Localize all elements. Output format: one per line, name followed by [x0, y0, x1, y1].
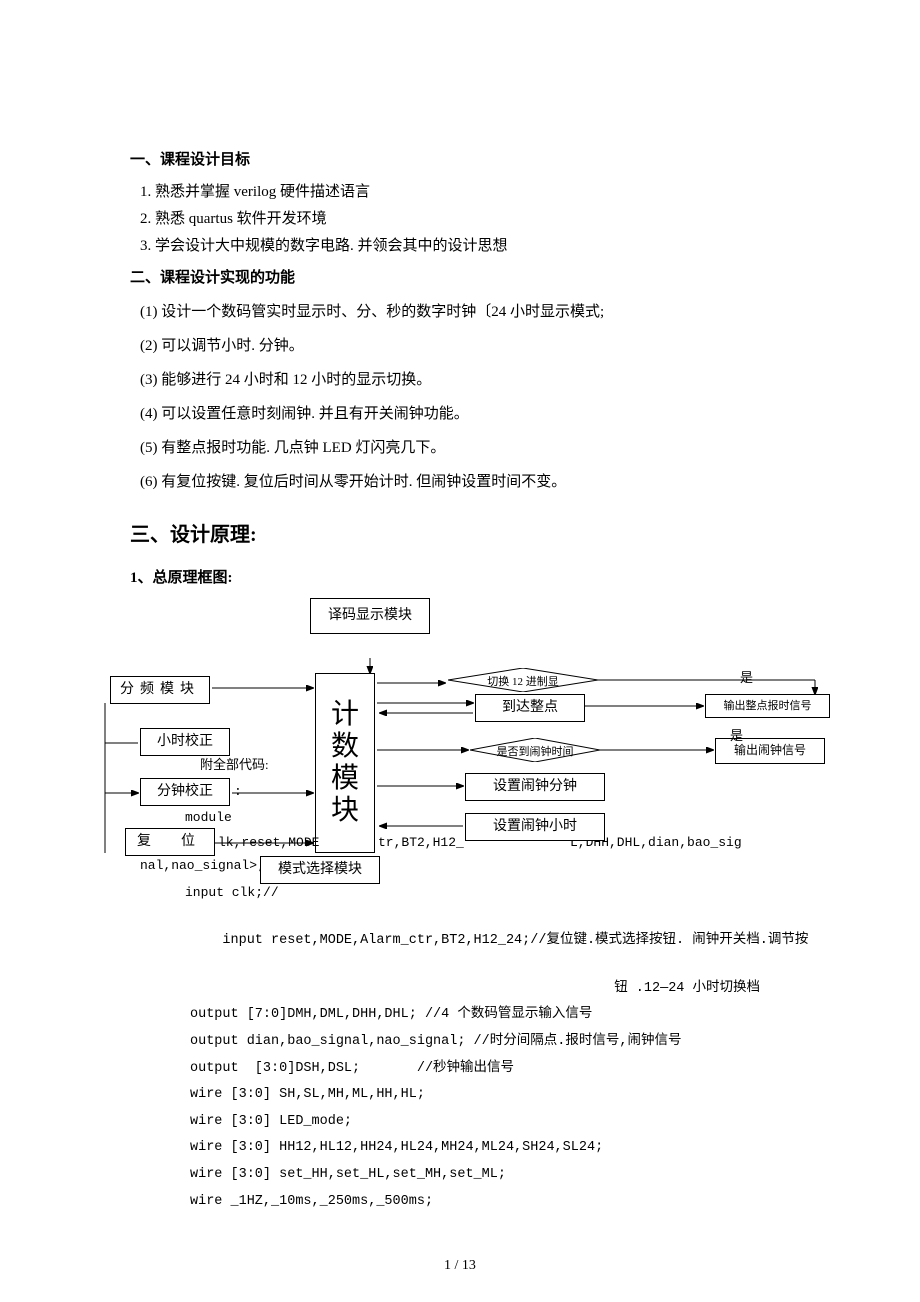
heading-1: 一、课程设计目标	[130, 148, 790, 172]
code-line-6: wire [3:0] LED_mode;	[190, 1111, 790, 1133]
hidden-code-5: tr,BT2,H12_	[378, 833, 464, 854]
diamond-switch-12-text: 切换 12 进制显	[487, 676, 559, 688]
label-yes-1: 是	[740, 668, 753, 689]
hidden-code-7: nal,nao_signal>;	[140, 856, 265, 877]
code-line-7: wire [3:0] HH12,HL12,HH24,HL24,MH24,ML24…	[190, 1137, 790, 1159]
page: 一、课程设计目标 1. 熟悉并掌握 verilog 硬件描述语言 2. 熟悉 q…	[0, 0, 920, 1302]
box-decode-display: 译码显示模块	[310, 598, 430, 634]
code-line-5: wire [3:0] SH,SL,MH,ML,HH,HL;	[190, 1084, 790, 1106]
box-hour-adjust: 小时校正	[140, 728, 230, 756]
box-output-hour-signal: 输出整点报时信号	[705, 694, 830, 718]
goal-3: 3. 学会设计大中规模的数字电路. 并领会其中的设计思想	[140, 234, 790, 258]
label-yes-2: 是	[730, 726, 743, 747]
code-line-8: wire [3:0] set_HH,set_HL,set_MH,set_ML;	[190, 1164, 790, 1186]
goal-1-text: 熟悉并掌握 verilog 硬件描述语言	[155, 184, 370, 200]
box-freq-divider: 分频模块	[110, 676, 210, 704]
goal-2-num: 2.	[140, 207, 151, 231]
code-line-4: output [3:0]DSH,DSL; //秒钟输出信号	[190, 1058, 790, 1080]
func-3: (3) 能够进行 24 小时和 12 小时的显示切换。	[140, 368, 790, 392]
goal-2: 2. 熟悉 quartus 软件开发环境	[140, 207, 790, 231]
hidden-code-label: 附全部代码:	[200, 755, 269, 776]
heading-3: 三、设计原理:	[130, 519, 790, 551]
goal-3-text: 学会设计大中规模的数字电路. 并领会其中的设计思想	[155, 238, 508, 254]
sub-heading-1: 1、总原理框图:	[130, 566, 790, 590]
func-2: (2) 可以调节小时. 分钟。	[140, 334, 790, 358]
box-reach-hour: 到达整点	[475, 694, 585, 722]
heading-2: 二、课程设计实现的功能	[130, 266, 790, 290]
code-line-9: wire _1HZ,_10ms,_250ms,_500ms;	[190, 1191, 790, 1213]
box-reset: 复 位	[125, 828, 215, 856]
diamond-switch-12: 切换 12 进制显	[448, 668, 598, 692]
box-set-alarm-hour: 设置闹钟小时	[465, 813, 605, 841]
box-counter: 计数模块	[315, 673, 375, 853]
hidden-code-4: lk,reset,MODE	[218, 833, 319, 854]
diagram: 译码显示模块 计数模块 分频模块 小时校正 附全部代码: 分钟校正 : modu…	[130, 598, 790, 958]
func-4: (4) 可以设置任意时刻闹钟. 并且有开关闹钟功能。	[140, 402, 790, 426]
code-line-2: output [7:0]DMH,DML,DHH,DHL; //4 个数码管显示输…	[190, 1004, 790, 1026]
func-6: (6) 有复位按键. 复位后时间从零开始计时. 但闹钟设置时间不变。	[140, 470, 790, 494]
func-1: (1) 设计一个数码管实时显示时、分、秒的数字时钟〔24 小时显示模式;	[140, 300, 790, 324]
goal-1-num: 1.	[140, 180, 151, 204]
diamond-is-alarm: 是否到闹钟时间	[470, 738, 600, 762]
box-mode-select: 模式选择模块	[260, 856, 380, 884]
hidden-module: module	[185, 808, 232, 829]
goal-2-text: 熟悉 quartus 软件开发环境	[155, 211, 327, 227]
code-line-1b: 钮 .12—24 小时切换档	[130, 978, 760, 1000]
diamond-is-alarm-text: 是否到闹钟时间	[497, 746, 574, 758]
box-set-alarm-minute: 设置闹钟分钟	[465, 773, 605, 801]
hidden-code-8: input clk;//	[185, 883, 279, 904]
func-5: (5) 有整点报时功能. 几点钟 LED 灯闪亮几下。	[140, 436, 790, 460]
code-line-3: output dian,bao_signal,nao_signal; //时分间…	[190, 1031, 790, 1053]
page-number: 1 / 13	[0, 1255, 920, 1277]
hidden-colon: :	[234, 782, 242, 803]
box-minute-adjust: 分钟校正	[140, 778, 230, 806]
goal-1: 1. 熟悉并掌握 verilog 硬件描述语言	[140, 180, 790, 204]
box-counter-text: 计数模块	[331, 699, 359, 828]
goal-3-num: 3.	[140, 234, 151, 258]
